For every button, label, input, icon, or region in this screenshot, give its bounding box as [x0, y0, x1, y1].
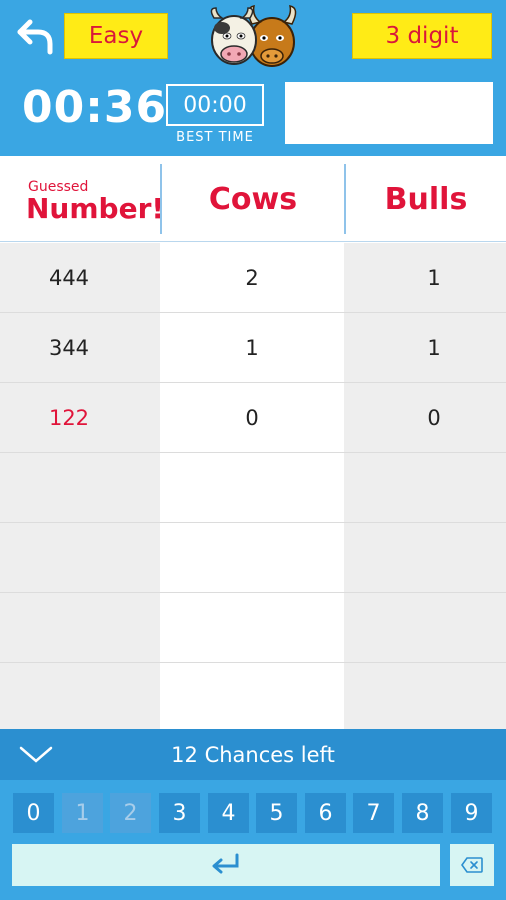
key-1[interactable]: 1: [62, 793, 103, 833]
chevron-down-icon: [19, 746, 53, 763]
guess-table: 444 2 1 344 1 1 122 0 0: [0, 243, 506, 729]
key-2[interactable]: 2: [110, 793, 151, 833]
table-row: [0, 453, 506, 523]
guess-input[interactable]: [285, 82, 493, 144]
difficulty-button[interactable]: Easy: [64, 13, 168, 59]
cows-cell: [160, 593, 344, 663]
cows-cell: 0: [245, 406, 259, 430]
table-row: 122 0 0: [0, 383, 506, 453]
backspace-icon: [461, 857, 483, 873]
enter-icon: [212, 853, 239, 874]
guess-cell: [0, 593, 138, 663]
elapsed-timer: 00:36: [22, 82, 168, 133]
key-5[interactable]: 5: [256, 793, 297, 833]
best-time-value: 00:00: [166, 84, 264, 126]
table-row: 444 2 1: [0, 243, 506, 313]
bulls-cell: 1: [427, 336, 441, 360]
bulls-cell: 0: [427, 406, 441, 430]
timer-bar: 00:36 00:00 BEST TIME: [0, 72, 506, 156]
delete-button[interactable]: [450, 844, 494, 886]
guess-cell: [0, 453, 138, 523]
guess-cell: 444: [48, 266, 90, 290]
key-7[interactable]: 7: [353, 793, 394, 833]
cows-cell: [160, 523, 344, 593]
header-guessed-number: Guessed Number!: [0, 156, 164, 242]
top-bar: Easy 3 digit: [0, 0, 506, 72]
header-cows: Cows: [208, 181, 298, 217]
bulls-cell: 1: [427, 266, 441, 290]
back-arrow-icon: [17, 19, 53, 55]
table-header: Guessed Number! Cows Bulls: [0, 156, 506, 242]
chances-left-text: 12 Chances left: [171, 742, 335, 767]
key-0[interactable]: 0: [13, 793, 54, 833]
digit-count-button[interactable]: 3 digit: [352, 13, 492, 59]
keypad: 0 1 2 3 4 5 6 7 8 9: [0, 780, 506, 900]
guess-cell: 344: [48, 336, 90, 360]
key-8[interactable]: 8: [402, 793, 443, 833]
cows-cell: [160, 453, 344, 523]
best-time-label: BEST TIME: [176, 130, 254, 145]
guess-cell: [0, 523, 138, 593]
header-guessed-big: Number!: [26, 192, 165, 225]
table-row: [0, 523, 506, 593]
header-bulls: Bulls: [384, 181, 468, 217]
key-6[interactable]: 6: [305, 793, 346, 833]
bulls-cell: [344, 663, 506, 733]
table-row: [0, 593, 506, 663]
guess-cell: [0, 663, 138, 733]
key-4[interactable]: 4: [208, 793, 249, 833]
cows-cell: 2: [245, 266, 259, 290]
bulls-cell: [344, 593, 506, 663]
guess-cell-current: 122: [48, 406, 90, 430]
chances-bar: 12 Chances left: [0, 729, 506, 780]
table-row: 344 1 1: [0, 313, 506, 383]
key-9[interactable]: 9: [451, 793, 492, 833]
back-button[interactable]: [14, 16, 58, 56]
bulls-cell: [344, 523, 506, 593]
collapse-keypad-button[interactable]: [18, 741, 54, 767]
cow-bull-logo: [200, 2, 308, 70]
key-3[interactable]: 3: [159, 793, 200, 833]
enter-button[interactable]: [12, 844, 440, 886]
bulls-cell: [344, 453, 506, 523]
cows-cell: 1: [245, 336, 259, 360]
table-row: [0, 663, 506, 733]
cows-cell: [160, 663, 344, 733]
